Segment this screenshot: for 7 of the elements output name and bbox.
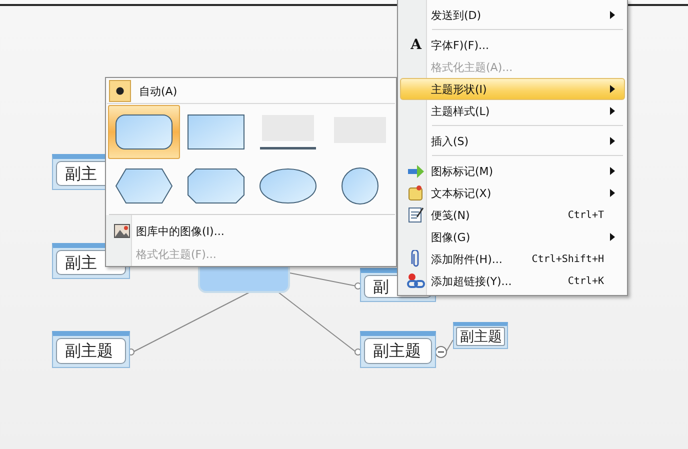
subtopic-label: 副主题 (56, 338, 126, 364)
shortcut-text: Ctrl+Shift+H (532, 254, 605, 264)
subtopic-label: 副主题 (456, 327, 505, 346)
font-icon: A (410, 37, 422, 53)
shortcut-text: Ctrl+T (568, 210, 605, 220)
shortcut-text: Ctrl+K (568, 276, 605, 286)
subtopic-label: 副主题 (364, 338, 432, 364)
